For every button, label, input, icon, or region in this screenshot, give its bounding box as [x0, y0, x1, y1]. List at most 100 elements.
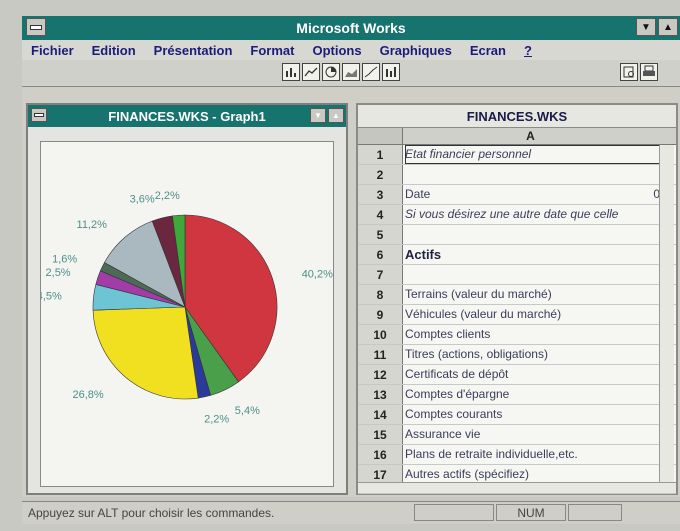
chart-plot-area: 40,2%5,4%2,2%26,8%4,5%2,5%1,6%11,2%3,6%2… [40, 141, 334, 487]
cell-a8[interactable]: Terrains (valeur du marché) [405, 285, 661, 304]
pie-chart-icon [325, 66, 337, 78]
row-number[interactable]: 15 [358, 425, 403, 444]
cell-a14[interactable]: Comptes courants [405, 405, 661, 424]
row-number[interactable]: 1 [358, 145, 403, 164]
pie-slice-label: 1,6% [52, 254, 77, 266]
status-field [568, 504, 622, 521]
maximize-button[interactable]: ▲ [658, 18, 678, 36]
menu-fichier[interactable]: Fichier [22, 43, 83, 58]
row-number[interactable]: 16 [358, 445, 403, 464]
line-chart-button[interactable] [302, 63, 320, 81]
menu-presentation[interactable]: Présentation [145, 43, 242, 58]
menu-format[interactable]: Format [241, 43, 303, 58]
scatter-chart-icon [364, 66, 378, 78]
print-button[interactable] [640, 63, 658, 81]
row-number[interactable]: 4 [358, 205, 403, 224]
row-number[interactable]: 5 [358, 225, 403, 244]
maximize-icon: ▲ [332, 111, 340, 120]
cell-a5[interactable] [405, 225, 661, 244]
system-menu-button[interactable] [26, 18, 46, 36]
pie-slice-label: 3,6% [130, 194, 155, 206]
menu-ecran[interactable]: Ecran [461, 43, 515, 58]
row-number[interactable]: 3 [358, 185, 403, 204]
vertical-scrollbar[interactable] [659, 145, 674, 491]
app-title: Microsoft Works [296, 20, 406, 36]
row-number[interactable]: 12 [358, 365, 403, 384]
table-row: 10 Comptes clients [358, 325, 676, 345]
menu-help[interactable]: ? [515, 43, 541, 58]
print-preview-button[interactable] [620, 63, 638, 81]
cell-a3[interactable]: Date [405, 185, 661, 204]
num-lock-indicator: NUM [496, 504, 566, 521]
row-number[interactable]: 13 [358, 385, 403, 404]
chart-window-titlebar: FINANCES.WKS - Graph1 ▼ ▲ [28, 105, 346, 127]
row-number[interactable]: 2 [358, 165, 403, 184]
table-row: 4 Si vous désirez une autre date que cell… [358, 205, 676, 225]
combo-chart-icon [386, 67, 396, 77]
maximize-icon: ▲ [663, 21, 673, 33]
horizontal-scrollbar[interactable] [358, 482, 676, 493]
table-row: 11 Titres (actions, obligations) [358, 345, 676, 365]
table-row: 15 Assurance vie [358, 425, 676, 445]
print-preview-icon [623, 66, 634, 78]
chart-minimize-button[interactable]: ▼ [310, 108, 326, 123]
chart-window-title: FINANCES.WKS - Graph1 [108, 108, 266, 124]
pie-slice-label: 26,8% [72, 389, 103, 401]
cell-a2[interactable] [405, 165, 661, 184]
cell-a13[interactable]: Comptes d'épargne [405, 385, 661, 404]
pie-slice-label: 2,2% [155, 190, 180, 202]
pie-slice-label: 11,2% [77, 219, 108, 231]
area-chart-button[interactable] [342, 63, 360, 81]
chart-window: FINANCES.WKS - Graph1 ▼ ▲ 40,2% 5,4% 2,2% 2… [26, 103, 348, 495]
system-menu-icon [34, 113, 44, 117]
pie-slice-label: 4,5% [41, 290, 62, 302]
spreadsheet-rows: 1 Etat financier personnel 2 3 Date 0 4 Si v… [358, 145, 676, 494]
pie-chart: 40,2%5,4%2,2%26,8%4,5%2,5%1,6%11,2%3,6%2… [41, 190, 333, 426]
column-header-a[interactable]: A [403, 128, 658, 144]
status-message: Appuyez sur ALT pour choisir les command… [28, 506, 275, 520]
pie-chart-button[interactable] [322, 63, 340, 81]
row-number[interactable]: 10 [358, 325, 403, 344]
minimize-icon: ▼ [314, 111, 322, 120]
row-number[interactable]: 9 [358, 305, 403, 324]
pie-slice-label: 5,4% [235, 405, 260, 417]
line-chart-icon [304, 67, 318, 77]
row-number[interactable]: 11 [358, 345, 403, 364]
bar-chart-button[interactable] [282, 63, 300, 81]
table-row: 14 Comptes courants [358, 405, 676, 425]
menu-edition[interactable]: Edition [83, 43, 145, 58]
select-all-corner[interactable] [358, 128, 403, 144]
pie-slice-label: 2,5% [46, 267, 71, 279]
row-number[interactable]: 8 [358, 285, 403, 304]
cell-a7[interactable] [405, 265, 661, 284]
cell-a15[interactable]: Assurance vie [405, 425, 661, 444]
status-bar: Appuyez sur ALT pour choisir les command… [22, 501, 680, 524]
cell-a6[interactable]: Actifs [405, 245, 661, 264]
bar-chart-icon [286, 68, 296, 77]
menu-bar: Fichier Edition Présentation Format Opti… [22, 40, 680, 60]
cell-a4[interactable]: Si vous désirez une autre date que celle [405, 205, 661, 224]
cell-a11[interactable]: Titres (actions, obligations) [405, 345, 661, 364]
row-number[interactable]: 14 [358, 405, 403, 424]
chart-system-menu-button[interactable] [31, 108, 47, 122]
menu-options[interactable]: Options [303, 43, 370, 58]
table-row: 8 Terrains (valeur du marché) [358, 285, 676, 305]
minimize-button[interactable]: ▼ [636, 18, 656, 36]
table-row: 9 Véhicules (valeur du marché) [358, 305, 676, 325]
menu-graphiques[interactable]: Graphiques [371, 43, 461, 58]
area-chart-icon [345, 69, 357, 77]
table-row: 16 Plans de retraite individuelle,etc. [358, 445, 676, 465]
cell-a1[interactable]: Etat financier personnel [405, 145, 661, 164]
chart-maximize-button[interactable]: ▲ [328, 108, 344, 123]
system-menu-icon [30, 24, 42, 30]
cell-a10[interactable]: Comptes clients [405, 325, 661, 344]
cell-a16[interactable]: Plans de retraite individuelle,etc. [405, 445, 661, 464]
table-row: 5 [358, 225, 676, 245]
table-row: 12 Certificats de dépôt [358, 365, 676, 385]
row-number[interactable]: 7 [358, 265, 403, 284]
scatter-chart-button[interactable] [362, 63, 380, 81]
combo-chart-button[interactable] [382, 63, 400, 81]
row-number[interactable]: 6 [358, 245, 403, 264]
cell-a9[interactable]: Véhicules (valeur du marché) [405, 305, 661, 324]
cell-a12[interactable]: Certificats de dépôt [405, 365, 661, 384]
